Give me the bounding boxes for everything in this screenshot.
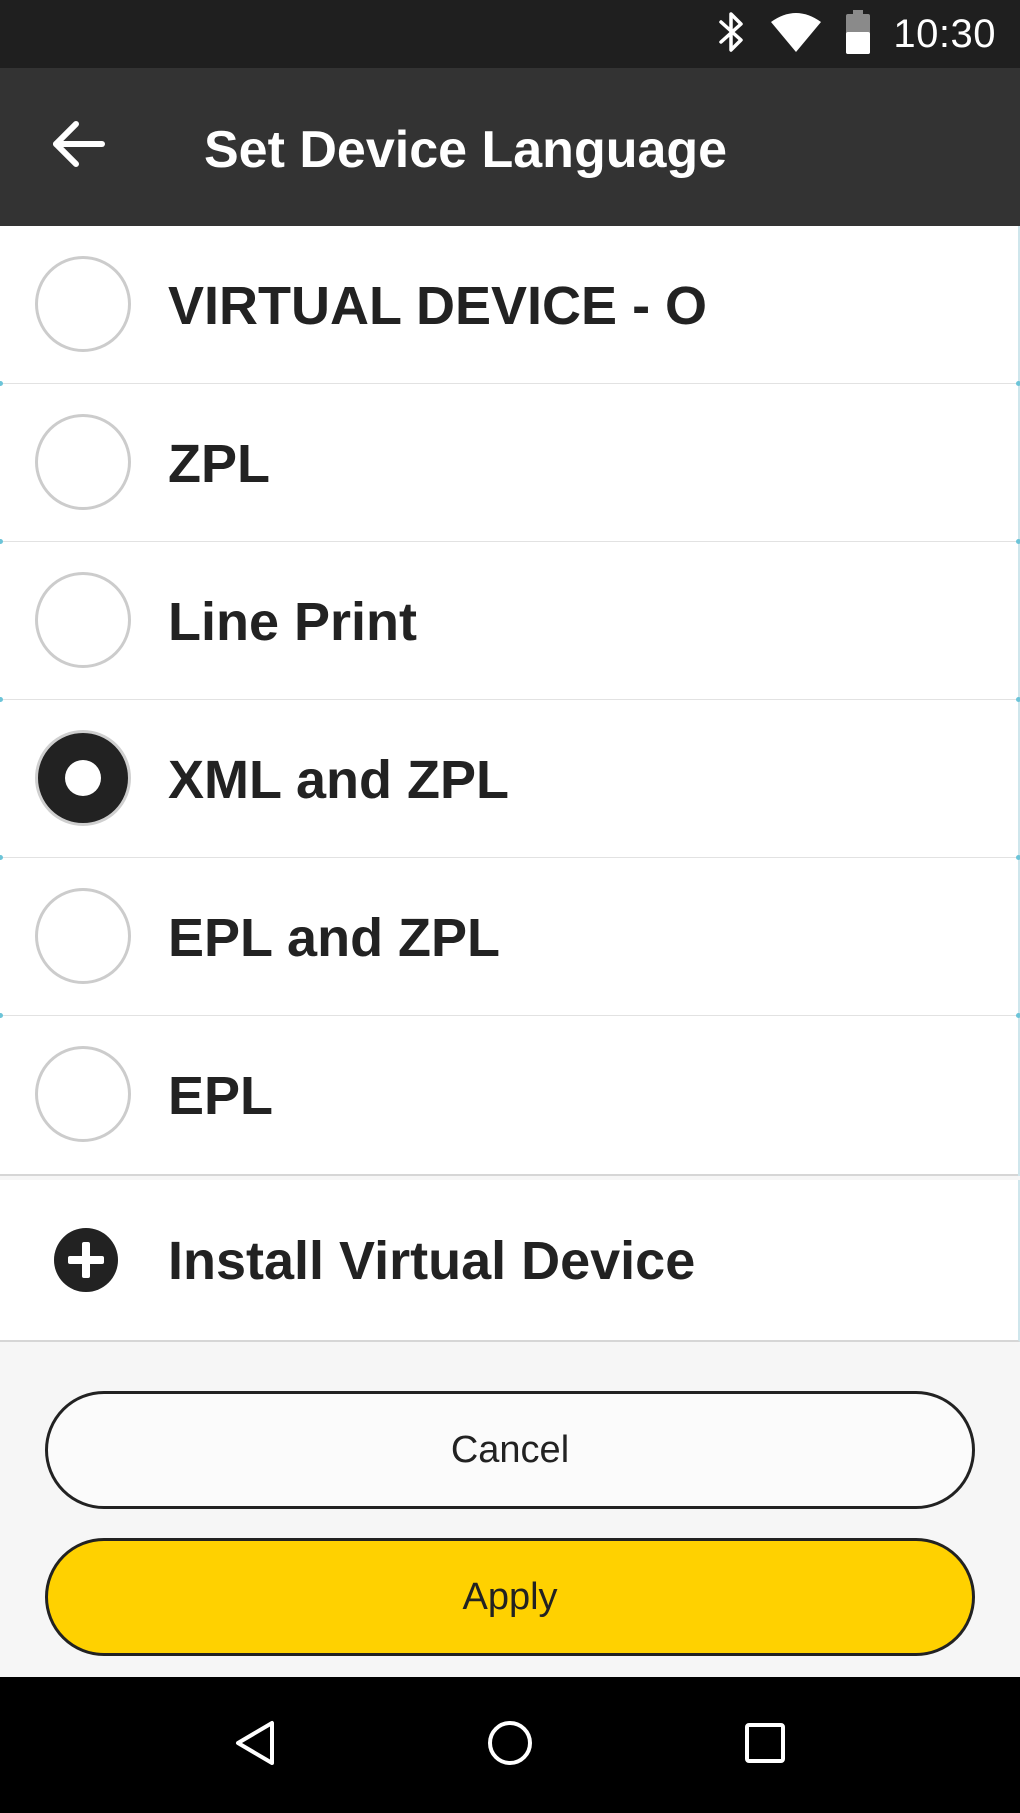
status-bar: 10:30 [0, 0, 1020, 68]
install-virtual-device-button[interactable]: Install Virtual Device [0, 1180, 1020, 1342]
option-label: ZPL [168, 434, 270, 494]
nav-back-button[interactable] [215, 1705, 295, 1785]
radio-button[interactable] [35, 256, 131, 352]
battery-icon [845, 9, 871, 59]
option-epl-and-zpl[interactable]: EPL and ZPL [0, 858, 1020, 1018]
nav-recents-button[interactable] [725, 1705, 805, 1785]
radio-button[interactable] [35, 1046, 131, 1142]
home-circle-icon [486, 1719, 534, 1772]
language-options-list: VIRTUAL DEVICE - O ZPL Line Print XML an… [0, 226, 1020, 1176]
radio-button[interactable] [35, 572, 131, 668]
option-label: EPL and ZPL [168, 908, 501, 968]
back-button[interactable] [40, 108, 116, 184]
option-line-print[interactable]: Line Print [0, 542, 1020, 702]
install-label: Install Virtual Device [168, 1231, 696, 1291]
option-epl[interactable]: EPL [0, 1016, 1018, 1176]
radio-button[interactable] [35, 414, 131, 510]
status-time: 10:30 [893, 11, 996, 56]
wifi-icon [769, 12, 823, 57]
plus-circle-icon [54, 1228, 118, 1292]
option-label: Line Print [168, 592, 418, 652]
back-triangle-icon [232, 1719, 278, 1772]
option-label: XML and ZPL [168, 750, 510, 810]
radio-button[interactable] [35, 888, 131, 984]
arrow-left-icon [48, 118, 108, 175]
bluetooth-icon [717, 10, 747, 59]
nav-home-button[interactable] [470, 1705, 550, 1785]
system-nav-bar [0, 1677, 1020, 1813]
option-label: EPL [168, 1066, 274, 1126]
option-zpl[interactable]: ZPL [0, 384, 1020, 544]
option-label: VIRTUAL DEVICE - O [168, 276, 708, 336]
recents-square-icon [743, 1721, 787, 1770]
option-xml-and-zpl[interactable]: XML and ZPL [0, 700, 1020, 860]
radio-button-selected[interactable] [35, 730, 131, 826]
page-title: Set Device Language [204, 121, 728, 179]
apply-button[interactable]: Apply [45, 1538, 975, 1656]
status-icons: 10:30 [717, 0, 996, 68]
app-bar: Set Device Language [0, 68, 1020, 226]
option-virtual-device[interactable]: VIRTUAL DEVICE - O [0, 226, 1020, 386]
cancel-button[interactable]: Cancel [45, 1391, 975, 1509]
